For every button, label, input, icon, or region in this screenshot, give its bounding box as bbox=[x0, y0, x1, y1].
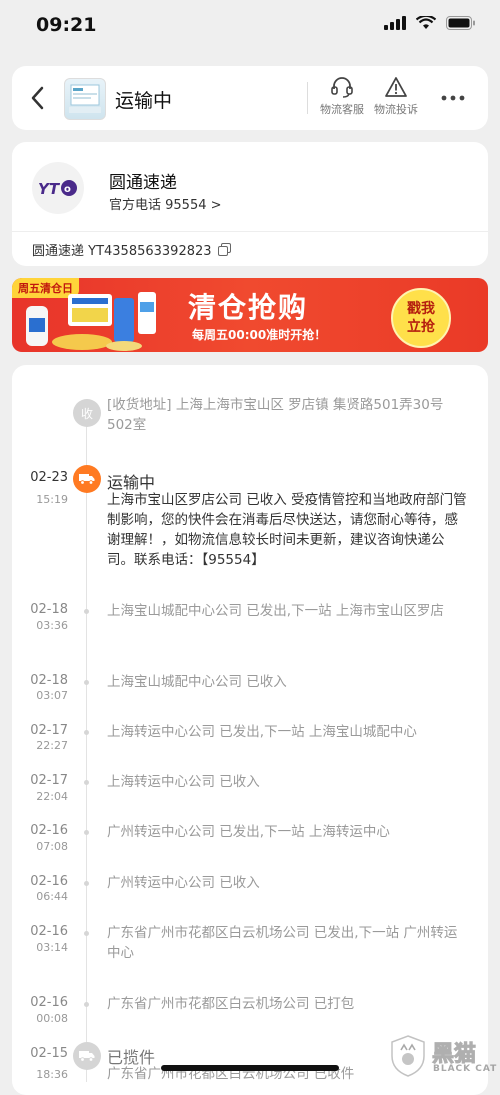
event-text: 上海宝山城配中心公司 已收入 bbox=[107, 674, 287, 690]
event-time: 18:36 bbox=[36, 1068, 68, 1081]
courier-divider bbox=[12, 231, 488, 232]
banner-cta-label: 戳我 立抢 bbox=[407, 301, 435, 335]
cat-shield-icon bbox=[391, 1035, 425, 1077]
receive-address: [收货地址] 上海上海市宝山区 罗店镇 集贤路501弄30号502室 bbox=[107, 397, 444, 433]
tracking-number: 圆通速递 YT4358563392823 bbox=[32, 244, 212, 259]
more-dots-icon bbox=[441, 95, 465, 101]
black-cat-watermark: 黑猫 BLACK CAT bbox=[388, 1030, 500, 1082]
truck-icon bbox=[79, 1051, 95, 1062]
event-dot bbox=[84, 881, 89, 886]
event-dot bbox=[84, 780, 89, 785]
promo-banner[interactable]: 周五清仓日 清仓抢购 每周五00:00准时开抢！ 戳我 立抢 bbox=[12, 278, 488, 352]
receive-label: 收 bbox=[80, 406, 93, 421]
event-time: 03:36 bbox=[36, 619, 68, 632]
home-indicator[interactable] bbox=[161, 1065, 339, 1071]
banner-title: 清仓抢购 bbox=[188, 291, 309, 324]
product-thumbnail[interactable] bbox=[64, 78, 106, 120]
event-text: 广东省广州市花都区白云机场公司 已打包 bbox=[107, 996, 355, 1012]
wifi-icon bbox=[416, 16, 436, 29]
svg-text:YT: YT bbox=[38, 180, 61, 198]
courier-logo: YT o bbox=[32, 162, 84, 214]
tracking-number-row[interactable]: 圆通速递 YT4358563392823 bbox=[32, 240, 231, 259]
warning-icon bbox=[385, 77, 407, 97]
pickup-node bbox=[73, 1042, 101, 1070]
complaint-label: 物流投诉 bbox=[374, 103, 418, 116]
back-arrow-icon bbox=[31, 86, 44, 110]
banner-products-image bbox=[26, 292, 156, 351]
complaint-button[interactable]: 物流投诉 bbox=[368, 76, 424, 117]
event-dot bbox=[84, 830, 89, 835]
status-indicators bbox=[384, 16, 476, 30]
signal-icon bbox=[384, 16, 406, 30]
more-options-button[interactable] bbox=[438, 88, 468, 108]
courier-card: YT o 圆通速递 官方电话 95554 > 圆通速递 YT4358563392… bbox=[12, 142, 488, 266]
transit-node bbox=[73, 465, 101, 493]
event-text: 上海市宝山区罗店公司 已收入 受疫情管控和当地政府部门管制影响，您的快件会在消毒… bbox=[107, 492, 467, 568]
event-time: 22:27 bbox=[36, 739, 68, 752]
event-time: 07:08 bbox=[36, 840, 68, 853]
header-divider bbox=[307, 82, 308, 114]
event-date: 02-16 bbox=[30, 995, 68, 1010]
event-dot bbox=[84, 931, 89, 936]
event-date: 02-16 bbox=[30, 924, 68, 939]
event-date: 02-17 bbox=[30, 723, 68, 738]
event-text: 广州转运中心公司 已收入 bbox=[107, 875, 260, 891]
customer-service-label: 物流客服 bbox=[320, 103, 364, 116]
truck-icon bbox=[79, 474, 95, 485]
headset-icon bbox=[331, 77, 353, 98]
event-dot bbox=[84, 1002, 89, 1007]
shipment-status-title: 运输中 bbox=[115, 90, 173, 112]
yto-logo-icon: YT o bbox=[38, 180, 77, 198]
battery-icon bbox=[446, 16, 475, 30]
event-time: 06:44 bbox=[36, 890, 68, 903]
event-date: 02-23 bbox=[30, 470, 68, 485]
event-dot bbox=[84, 680, 89, 685]
back-button[interactable] bbox=[28, 84, 48, 112]
event-text: 上海宝山城配中心公司 已发出,下一站 上海市宝山区罗店 bbox=[107, 603, 444, 619]
product-image-icon bbox=[69, 84, 101, 113]
event-date: 02-18 bbox=[30, 673, 68, 688]
timeline-line bbox=[86, 412, 87, 1082]
courier-name: 圆通速递 bbox=[109, 173, 177, 193]
banner-cta-button[interactable]: 戳我 立抢 bbox=[391, 288, 451, 348]
event-time: 15:19 bbox=[36, 493, 68, 506]
courier-phone-link[interactable]: 官方电话 95554 > bbox=[109, 194, 222, 213]
receive-node: 收 bbox=[73, 399, 101, 427]
status-bar: 09:21 bbox=[0, 0, 500, 54]
event-text: 广东省广州市花都区白云机场公司 已发出,下一站 广州转运中心 bbox=[107, 925, 458, 961]
copy-icon[interactable] bbox=[217, 243, 231, 256]
event-dot bbox=[84, 609, 89, 614]
event-text: 广州转运中心公司 已发出,下一站 上海转运中心 bbox=[107, 824, 390, 840]
watermark-sub-text: BLACK CAT bbox=[433, 1064, 498, 1074]
event-time: 03:14 bbox=[36, 941, 68, 954]
event-time: 03:07 bbox=[36, 689, 68, 702]
event-date: 02-18 bbox=[30, 602, 68, 617]
svg-text:o: o bbox=[64, 184, 71, 195]
header-card: 运输中 物流客服 物流投诉 bbox=[12, 66, 488, 130]
event-date: 02-16 bbox=[30, 823, 68, 838]
event-text: 上海转运中心公司 已收入 bbox=[107, 774, 260, 790]
event-date: 02-15 bbox=[30, 1046, 68, 1061]
event-date: 02-17 bbox=[30, 773, 68, 788]
event-date: 02-16 bbox=[30, 874, 68, 889]
event-time: 22:04 bbox=[36, 790, 68, 803]
event-time: 00:08 bbox=[36, 1012, 68, 1025]
event-dot bbox=[84, 730, 89, 735]
banner-subtitle: 每周五00:00准时开抢！ bbox=[192, 328, 327, 342]
customer-service-button[interactable]: 物流客服 bbox=[314, 76, 370, 117]
event-text: 上海转运中心公司 已发出,下一站 上海宝山城配中心 bbox=[107, 724, 417, 740]
status-time: 09:21 bbox=[36, 14, 97, 36]
